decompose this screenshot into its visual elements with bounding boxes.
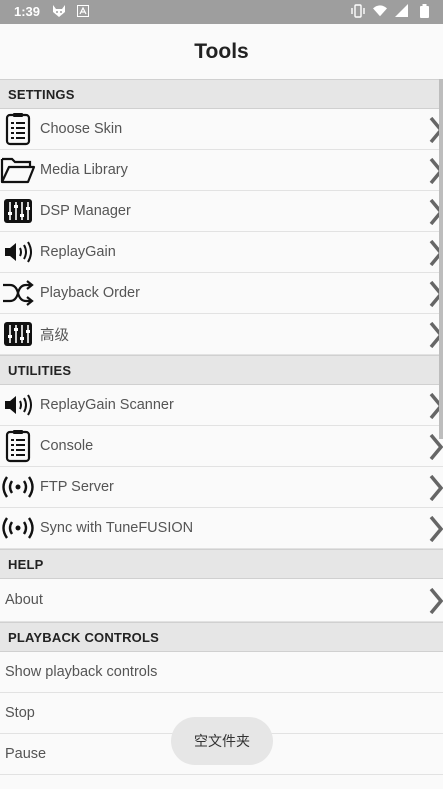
speaker-icon: [0, 387, 36, 423]
vibrate-icon: [351, 4, 365, 18]
list-item-show-playback-controls[interactable]: Show playback controls: [0, 652, 443, 693]
list-item-label: DSP Manager: [40, 203, 131, 219]
clipboard-list-icon: [0, 428, 36, 464]
broadcast-icon: [0, 469, 36, 505]
chevron-right-icon: [429, 516, 443, 542]
tools-list: SETTINGS Choose Skin Media Library DSP M…: [0, 79, 443, 775]
signal-icon: [395, 4, 409, 18]
app-header: Tools: [0, 24, 443, 79]
list-item-ftp-server[interactable]: FTP Server: [0, 467, 443, 508]
list-item-label: Media Library: [40, 162, 128, 178]
list-item-label: Choose Skin: [40, 121, 123, 137]
section-header-playback-controls: PLAYBACK CONTROLS: [0, 622, 443, 652]
list-item-dsp-manager[interactable]: DSP Manager: [0, 191, 443, 232]
fox-icon: [52, 4, 66, 18]
section-header-utilities: UTILITIES: [0, 355, 443, 385]
list-item-sync-tunefusion[interactable]: Sync with TuneFUSION: [0, 508, 443, 549]
shuffle-icon: [0, 275, 36, 311]
section-header-settings: SETTINGS: [0, 79, 443, 109]
speaker-icon: [0, 234, 36, 270]
list-item-label: Show playback controls: [5, 664, 158, 680]
list-item-replaygain-scanner[interactable]: ReplayGain Scanner: [0, 385, 443, 426]
list-item-label: 高级: [40, 327, 69, 344]
list-item-label: Console: [40, 438, 94, 454]
a-notification-icon: [76, 4, 90, 18]
equalizer-icon: [0, 316, 36, 352]
list-item-label: FTP Server: [40, 479, 114, 495]
wifi-icon: [373, 4, 387, 18]
list-item-label: Stop: [5, 705, 35, 721]
list-item-label: ReplayGain: [40, 244, 116, 260]
status-bar: 1:39: [0, 0, 443, 24]
folder-open-icon: [0, 152, 36, 188]
list-item-label: About: [5, 592, 43, 608]
toast-message: 空文件夹: [171, 717, 273, 765]
chevron-right-icon: [429, 588, 443, 614]
list-item-choose-skin[interactable]: Choose Skin: [0, 109, 443, 150]
page-title: Tools: [194, 39, 249, 63]
battery-icon: [417, 4, 431, 18]
list-item-console[interactable]: Console: [0, 426, 443, 467]
list-item-about[interactable]: About: [0, 579, 443, 622]
list-item-label: Playback Order: [40, 285, 140, 301]
section-header-help: HELP: [0, 549, 443, 579]
status-time: 1:39: [14, 4, 41, 19]
broadcast-icon: [0, 510, 36, 546]
equalizer-icon: [0, 193, 36, 229]
list-item-label: Pause: [5, 746, 47, 762]
list-item-replaygain[interactable]: ReplayGain: [0, 232, 443, 273]
list-item-playback-order[interactable]: Playback Order: [0, 273, 443, 314]
list-item-label: Sync with TuneFUSION: [40, 520, 194, 536]
scrollbar[interactable]: [439, 79, 443, 439]
list-item-advanced[interactable]: 高级: [0, 314, 443, 355]
list-item-media-library[interactable]: Media Library: [0, 150, 443, 191]
clipboard-list-icon: [0, 111, 36, 147]
chevron-right-icon: [429, 475, 443, 501]
list-item-label: ReplayGain Scanner: [40, 397, 174, 413]
